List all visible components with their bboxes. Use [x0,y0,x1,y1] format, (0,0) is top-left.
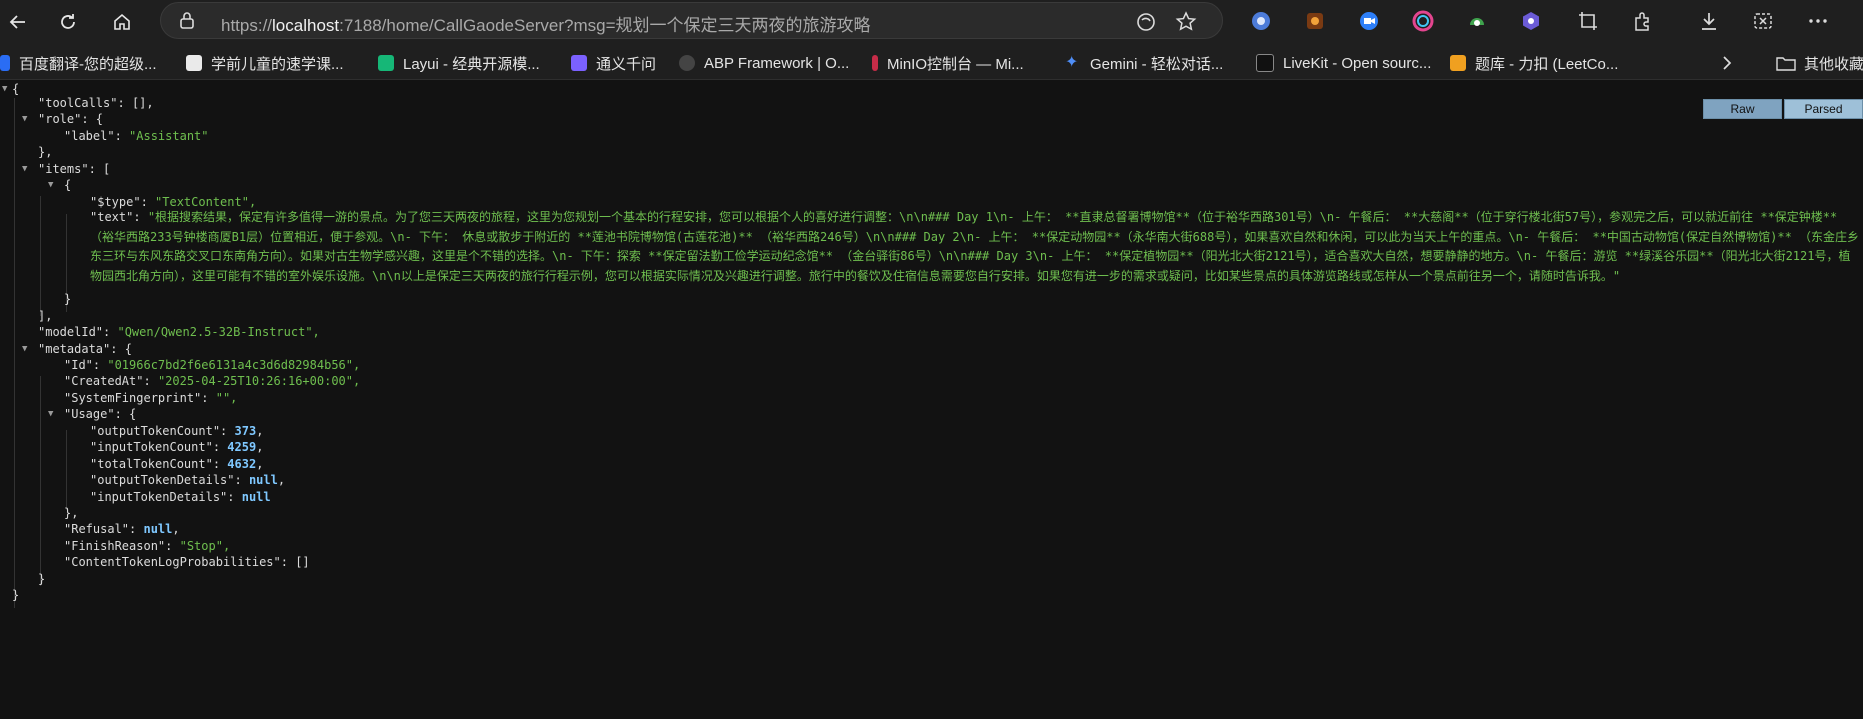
json-line-metadata-close: } [38,572,46,586]
refresh-button[interactable] [52,6,84,38]
back-arrow-icon [9,15,25,29]
bookmark-label: 通义千问 [596,55,657,73]
json-line-item0-close: } [64,292,72,306]
lock-icon [179,11,195,33]
extension-6-icon[interactable] [1518,8,1544,34]
bookmark-favicon-icon [872,55,878,71]
folder-icon [1776,57,1796,71]
json-line-output-details: "outputTokenDetails": null, [90,473,286,487]
home-icon [114,13,130,30]
browser-toolbar: https://localhost:7188/home/CallGaodeSer… [0,0,1863,44]
back-button[interactable] [2,6,34,38]
collapse-role-toggle[interactable]: ▼ [22,114,32,124]
bookmarks-bar: 百度翻译-您的超级... 学前儿童的速学课... Layui - 经典开源模..… [0,44,1863,80]
collapse-root-toggle[interactable]: ▼ [2,84,12,94]
home-button[interactable] [106,6,138,38]
bookmark-other-folder[interactable]: 其他收藏 [1776,52,1863,74]
parsed-button[interactable]: Parsed [1784,99,1863,119]
bookmark-label: 学前儿童的速学课... [211,55,344,73]
json-line-role: "role": { [38,112,104,126]
immersive-reader-icon[interactable] [1133,9,1159,35]
bookmark-favicon-icon [571,55,587,71]
text-value: "根据搜索结果，保定有许多值得一游的景点。为了您三天两夜的旅程，这里为您规划一个… [90,210,1860,283]
bookmark-favicon-icon [679,55,695,71]
bookmark-baidu-translate[interactable]: 百度翻译-您的超级... [0,52,157,74]
bookmark-preschool[interactable]: 学前儿童的速学课... [186,52,344,74]
downloads-icon[interactable] [1696,8,1722,34]
gemini-star-icon: ✦ [1065,54,1079,71]
bookmark-favicon-icon [1450,55,1466,71]
bookmark-label: Layui - 经典开源模... [403,55,540,73]
bookmark-label: 其他收藏 [1804,55,1863,73]
bookmark-label: MinIO控制台 — Mi... [887,55,1024,73]
bookmark-leetcode[interactable]: 题库 - 力扣 (LeetCo... [1450,52,1618,74]
bookmark-label: 百度翻译-您的超级... [19,55,157,73]
json-line-logprobs: "ContentTokenLogProbabilities": [] [64,555,310,569]
chevron-right-icon [1723,56,1732,70]
favorite-star-icon[interactable] [1173,9,1199,35]
address-bar[interactable]: https://localhost:7188/home/CallGaodeSer… [160,2,1223,39]
extension-4-icon[interactable] [1410,8,1436,34]
view-toggle: Raw Parsed [1703,99,1863,119]
url-scheme: https:// [221,16,273,35]
extensions-puzzle-icon[interactable] [1630,8,1656,34]
json-line-modelid: "modelId": "Qwen/Qwen2.5-32B-Instruct", [38,325,320,339]
json-line-refusal: "Refusal": null, [64,522,180,536]
web-capture-icon[interactable] [1750,8,1776,34]
screenshot-crop-icon[interactable] [1575,8,1601,34]
bookmark-minio[interactable]: MinIO控制台 — Mi... [872,52,1024,74]
collapse-items-toggle[interactable]: ▼ [22,164,32,174]
bookmark-favicon-icon [186,55,202,71]
json-viewer: Raw Parsed ▼ { "toolCalls": [], ▼ "role"… [0,80,1863,719]
root-close-brace: } [12,588,20,602]
bookmark-label: ABP Framework | O... [704,54,850,72]
json-line-items: "items": [ [38,162,111,176]
bookmark-favicon-icon [1256,54,1274,72]
bookmark-label: LiveKit - Open sourc... [1283,54,1432,72]
collapse-metadata-toggle[interactable]: ▼ [22,344,32,354]
refresh-icon [61,14,75,29]
extension-5-icon[interactable] [1464,8,1490,34]
json-line-text: "text": "根据搜索结果，保定有许多值得一游的景点。为了您三天两夜的旅程，… [90,210,1860,283]
bookmark-abp[interactable]: ABP Framework | O... [679,52,849,74]
collapse-item0-toggle[interactable]: ▼ [48,180,58,190]
bookmark-label: 题库 - 力扣 (LeetCo... [1475,55,1619,73]
bookmark-label: Gemini - 轻松对话... [1090,55,1224,73]
more-menu-icon[interactable] [1805,8,1831,34]
root-open-brace: { [12,82,20,96]
bookmark-livekit[interactable]: LiveKit - Open sourc... [1256,52,1431,74]
url-host: localhost [272,16,340,35]
json-line-input-tokens: "inputTokenCount": 4259, [90,440,264,454]
json-line-item0-open: { [64,178,72,192]
json-line-role-close: }, [38,145,53,159]
json-line-usage: "Usage": { [64,407,137,421]
bookmark-layui[interactable]: Layui - 经典开源模... [378,52,540,74]
json-line-createdat: "CreatedAt": "2025-04-25T10:26:16+00:00"… [64,374,361,388]
raw-button[interactable]: Raw [1703,99,1782,119]
bookmark-gemini[interactable]: ✦ Gemini - 轻松对话... [1065,52,1223,74]
collapse-usage-toggle[interactable]: ▼ [48,409,58,419]
url-text[interactable]: https://localhost:7188/home/CallGaodeSer… [221,11,871,36]
bookmark-favicon-icon [0,55,10,71]
extension-2-icon[interactable] [1302,8,1328,34]
json-line-input-details: "inputTokenDetails": null [90,490,271,504]
url-path: :7188/home/CallGaodeServer?msg=规划一个保定三天两… [339,16,871,35]
bookmark-tongyi[interactable]: 通义千问 [571,52,656,74]
bookmarks-overflow-chevron[interactable] [1720,52,1734,74]
bookmark-favicon-icon [378,55,394,71]
extension-3-icon[interactable] [1356,8,1382,34]
extension-1-icon[interactable] [1248,8,1274,34]
json-line-label: "label": "Assistant" [64,129,209,143]
